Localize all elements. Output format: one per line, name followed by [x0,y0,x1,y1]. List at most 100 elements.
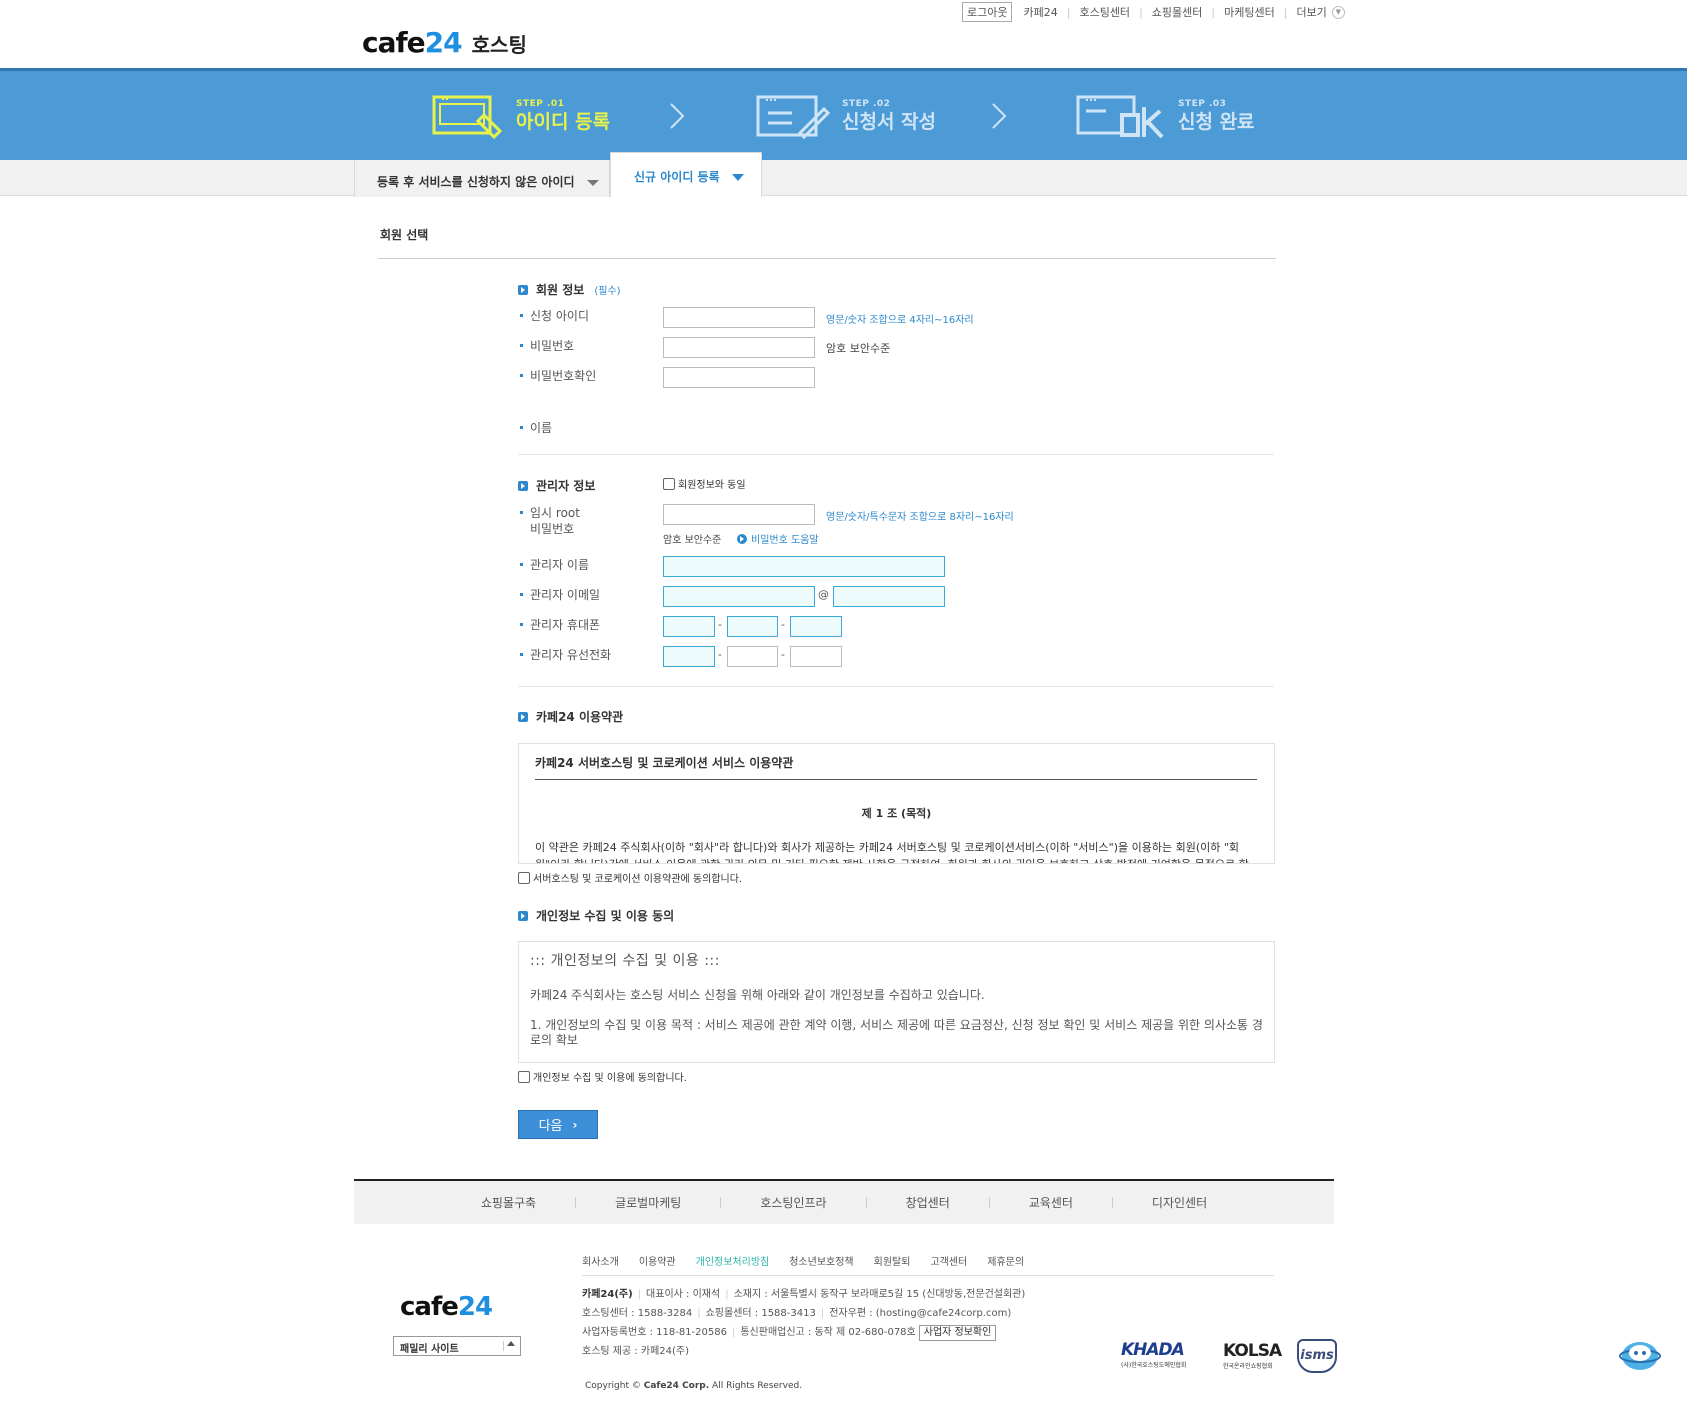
privacy-heading: 개인정보 수집 및 이용 동의 [518,907,674,924]
footer-nav-item[interactable]: 쇼핑몰구축 [442,1194,575,1211]
util-link-cafe24[interactable]: 카페24 [1023,4,1057,20]
footer-link[interactable]: 회사소개 [582,1253,619,1268]
admin-name-input[interactable] [663,556,945,577]
kolsa-badge[interactable]: KOLSA 한국온라인쇼핑협회 [1223,1341,1282,1370]
copyright: Copyright © Cafe24 Corp. All Rights Rese… [585,1381,802,1391]
divider [503,1341,504,1351]
password-help-label: 비밀번호 도움말 [751,535,819,546]
password-label: 비밀번호 [519,339,575,353]
phone-part3-input[interactable] [790,646,842,667]
chevron-right-icon [990,101,1008,139]
step-number: STEP .03 [1178,99,1227,109]
form-write-icon [756,95,830,139]
company-name: 카페24(주) [582,1289,633,1300]
mobile-part1-input[interactable] [663,616,715,637]
admin-name-label: 관리자 이름 [519,558,590,572]
logout-button[interactable]: 로그아웃 [962,2,1013,22]
logo-service-name: 호스팅 [471,33,527,57]
footer-link[interactable]: 청소년보호정책 [789,1253,853,1268]
tab-unregistered-id[interactable]: 등록 후 서비스를 신청하지 않은 아이디 [354,160,610,197]
logo-text-24: 24 [424,26,463,59]
util-link-marketing[interactable]: 마케팅센터 [1224,4,1275,20]
temp-password-strength: 암호 보안수준 [663,535,722,546]
dash: - [718,648,722,661]
phone-part1-input[interactable] [663,646,715,667]
khada-badge[interactable]: KHADA (사)한국호스팅도메인협회 [1121,1340,1186,1369]
phone-part2-input[interactable] [727,646,778,667]
chatbot-icon[interactable] [1618,1338,1662,1372]
checkbox-label: 개인정보 수집 및 이용에 동의합니다. [533,1073,687,1084]
terms-article: 제 1 조 (목적) [861,807,932,820]
util-separator: | [1211,5,1216,19]
footer-link[interactable]: 제휴문의 [987,1253,1024,1268]
id-label: 신청 아이디 [519,309,590,323]
member-info-heading: 회원 정보 (필수) [518,281,621,298]
complete-ok-icon [1076,95,1164,139]
footer-nav-item[interactable]: 교육센터 [990,1194,1112,1211]
footer-nav-item[interactable]: 디자인센터 [1113,1194,1246,1211]
kolsa-subtitle: 한국온라인쇼핑협회 [1223,1363,1273,1370]
footer-logo[interactable]: cafe24 [400,1292,493,1322]
util-link-shop[interactable]: 쇼핑몰센터 [1152,4,1203,20]
section-bullet-icon [518,910,528,921]
contact-email: 전자우편 : (hosting@cafe24corp.com) [829,1308,1012,1319]
checkbox[interactable] [518,1070,530,1083]
mobile-part2-input[interactable] [727,616,778,637]
terms-agree-checkbox[interactable]: 서버호스팅 및 코로케이션 이용약관에 동의합니다. [518,870,742,885]
privacy-scroll-box[interactable]: ::: 개인정보의 수집 및 이용 ::: 카페24 주식회사는 호스팅 서비스… [518,941,1275,1063]
checkbox-label: 회원정보와 동일 [678,480,746,491]
site-logo[interactable]: cafe24 호스팅 [362,26,527,59]
footer-nav-item[interactable]: 글로벌마케팅 [576,1194,720,1211]
family-site-select[interactable]: 패밀리 사이트 [393,1336,521,1356]
company-info-line4: 호스팅 제공 : 카페24(주) [582,1343,689,1361]
checkbox[interactable] [518,871,530,884]
section-title: 회원 정보 [536,283,585,297]
util-link-hosting[interactable]: 호스팅센터 [1079,4,1130,20]
step-1: STEP .01 아이디 등록 [432,93,610,139]
password-help-link[interactable]: 비밀번호 도움말 [737,531,819,546]
footer-link[interactable]: 고객센터 [930,1253,967,1268]
tab-new-id[interactable]: 신규 아이디 등록 [610,152,762,197]
section-bullet-icon [518,711,528,722]
password-input[interactable] [663,337,815,358]
isms-badge[interactable]: isms [1297,1339,1337,1373]
id-input[interactable] [663,307,815,328]
admin-phone-label: 관리자 유선전화 [519,648,612,662]
temp-password-input[interactable] [663,504,815,525]
dash: - [781,618,785,631]
admin-info-heading: 관리자 정보 [518,477,595,494]
khada-subtitle: (사)한국호스팅도메인협회 [1121,1362,1187,1369]
privacy-agree-checkbox[interactable]: 개인정보 수집 및 이용에 동의합니다. [518,1069,687,1084]
footer-link[interactable]: 회원탈퇴 [874,1253,911,1268]
step-3: STEP .03 신청 완료 [1076,93,1255,139]
footer-link[interactable]: 이용약관 [639,1253,676,1268]
util-link-more[interactable]: 더보기 [1296,4,1326,20]
cafe24-logo: cafe24 [362,26,463,59]
footer-nav-item[interactable]: 호스팅인프라 [721,1194,865,1211]
mobile-part3-input[interactable] [790,616,842,637]
required-label: (필수) [594,286,621,297]
same-as-member-checkbox[interactable]: 회원정보와 동일 [663,476,746,491]
step-title: 신청서 작성 [842,111,937,133]
khada-logo-text: KHADA [1121,1340,1185,1360]
password-confirm-input[interactable] [663,367,815,388]
business-info-button[interactable]: 사업자 정보확인 [918,1325,997,1341]
footer-nav-item[interactable]: 창업센터 [867,1194,989,1211]
util-separator: | [1283,5,1288,19]
divider [518,686,1274,687]
chevron-down-icon[interactable]: ▼ [1331,5,1345,19]
name-label: 이름 [519,421,553,435]
admin-email-domain-input[interactable] [833,586,945,607]
checkbox[interactable] [663,477,675,490]
info-separator: | [731,1327,736,1338]
step-2: STEP .02 신청서 작성 [756,93,936,139]
footer-link-privacy[interactable]: 개인정보처리방침 [696,1253,770,1268]
admin-email-id-input[interactable] [663,586,815,607]
logo-text-cafe: cafe [400,1292,459,1322]
next-button[interactable]: 다음 › [518,1110,598,1139]
footer-links: 회사소개 이용약관 개인정보처리방침 청소년보호정책 회원탈퇴 고객센터 제휴문… [582,1253,1044,1268]
top-header: 로그아웃 카페24 | 호스팅센터 | 쇼핑몰센터 | 마케팅센터 | 더보기 … [0,0,1687,68]
step-number: STEP .01 [516,99,565,109]
copyright-corp: Cafe24 Corp. [643,1381,710,1391]
terms-scroll-box[interactable]: 카페24 서버호스팅 및 코로케이션 서비스 이용약관 제 1 조 (목적) 이… [518,743,1275,864]
